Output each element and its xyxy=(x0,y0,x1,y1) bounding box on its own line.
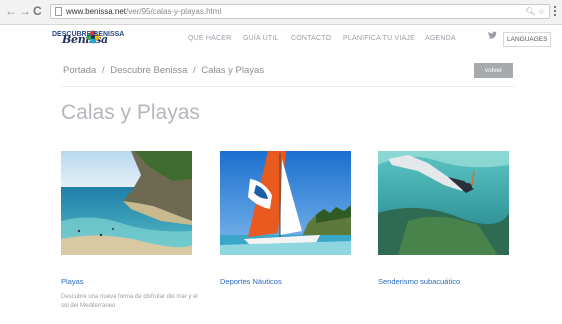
back-arrow-icon[interactable]: ← xyxy=(5,4,17,18)
back-button[interactable]: volver xyxy=(474,63,513,78)
beach-photo xyxy=(61,151,192,255)
card-description-playas: Descubre una nueva forma de disfrutar de… xyxy=(61,294,198,309)
breadcrumb: Portada / Descubre Benissa / Calas y Pla… xyxy=(63,65,264,76)
url-actions: 🔍︎ ☆ xyxy=(525,6,545,18)
menu-icon[interactable] xyxy=(554,6,557,18)
breadcrumb-separator: / xyxy=(192,65,196,76)
twitter-icon[interactable] xyxy=(488,31,497,40)
card-image-playas[interactable] xyxy=(61,151,192,255)
reload-icon[interactable]: C xyxy=(33,4,42,18)
card-image-senderismo-subacuatico[interactable] xyxy=(378,151,509,255)
forward-arrow-icon[interactable]: → xyxy=(19,4,31,18)
breadcrumb-item-descubre[interactable]: Descubre Benissa xyxy=(110,65,187,76)
breadcrumb-item-current: Calas y Playas xyxy=(201,65,265,76)
nav-item-que-hacer[interactable]: QUÉ HACER xyxy=(188,35,231,42)
languages-button[interactable]: LANGUAGES xyxy=(503,32,552,47)
card-image-deportes-nauticos[interactable] xyxy=(220,151,351,255)
divider xyxy=(62,86,514,87)
star-icon[interactable]: ☆ xyxy=(538,7,545,16)
card-title-playas[interactable]: Playas xyxy=(61,277,84,286)
site-header: Benissa DESCUBRE BENISSA QUÉ HACER GUÍA … xyxy=(0,24,562,56)
snorkel-photo xyxy=(378,151,509,255)
nav-item-planifica[interactable]: PLANIFICA TU VIAJE xyxy=(343,35,415,42)
card-title-senderismo-subacuatico[interactable]: Senderismo subacuático xyxy=(378,277,460,286)
nav-item-descubre[interactable]: DESCUBRE BENISSA xyxy=(52,31,124,38)
breadcrumb-item-portada[interactable]: Portada xyxy=(63,65,96,76)
nav-item-contacto[interactable]: CONTACTO xyxy=(291,35,331,42)
address-bar[interactable]: www.benissa.net/ver/95/calas-y-playas.ht… xyxy=(50,4,550,19)
zoom-icon[interactable]: 🔍︎ xyxy=(525,7,535,16)
sailing-photo xyxy=(220,151,351,255)
page-title: Calas y Playas xyxy=(61,101,200,124)
page-icon xyxy=(55,7,62,16)
browser-toolbar: ← → C www.benissa.net/ver/95/calas-y-pla… xyxy=(0,0,562,25)
nav-item-guia-util[interactable]: GUÍA ÚTIL xyxy=(243,35,279,42)
breadcrumb-separator: / xyxy=(101,65,105,76)
url-text: www.benissa.net/ver/95/calas-y-playas.ht… xyxy=(66,7,222,16)
card-title-deportes-nauticos[interactable]: Deportes Náuticos xyxy=(220,277,282,286)
nav-item-agenda[interactable]: AGENDA xyxy=(425,35,456,42)
